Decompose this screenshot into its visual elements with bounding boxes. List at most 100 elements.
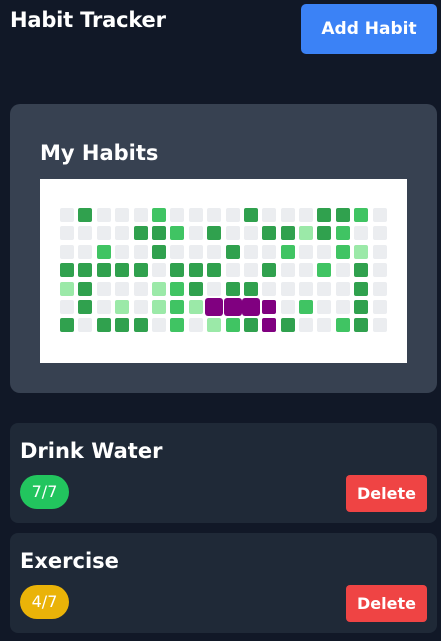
heatmap-cell[interactable] (115, 263, 130, 278)
heatmap-cell[interactable] (335, 244, 350, 259)
heatmap-cell[interactable] (243, 244, 258, 259)
heatmap-cell[interactable] (372, 281, 387, 296)
heatmap-cell[interactable] (354, 263, 369, 278)
heatmap-cell[interactable] (335, 208, 350, 222)
heatmap-cell[interactable] (188, 226, 203, 241)
heatmap-cell[interactable] (115, 299, 130, 314)
heatmap-cell[interactable] (335, 263, 350, 278)
heatmap-cell[interactable] (188, 263, 203, 278)
heatmap-cell[interactable] (372, 244, 387, 259)
heatmap-cell[interactable] (170, 263, 185, 278)
heatmap-cell[interactable] (225, 281, 240, 296)
heatmap-cell[interactable] (335, 226, 350, 241)
heatmap-cell[interactable] (133, 299, 148, 314)
heatmap-cell[interactable] (225, 208, 240, 222)
heatmap-cell[interactable] (133, 208, 148, 222)
heatmap-cell[interactable] (151, 226, 166, 241)
heatmap-cell[interactable] (299, 263, 314, 278)
heatmap-cell[interactable] (60, 281, 74, 296)
delete-button[interactable]: Delete (346, 585, 427, 622)
heatmap-cell[interactable] (133, 281, 148, 296)
heatmap-cell[interactable] (354, 281, 369, 296)
heatmap-cell[interactable] (280, 208, 295, 222)
heatmap-cell[interactable] (317, 226, 332, 241)
heatmap-cell[interactable] (115, 281, 130, 296)
heatmap-cell[interactable] (207, 244, 222, 259)
heatmap-cell[interactable] (60, 318, 74, 333)
heatmap-cell[interactable] (96, 208, 111, 222)
heatmap-cell[interactable] (317, 299, 332, 314)
heatmap-cell[interactable] (78, 208, 93, 222)
heatmap-cell[interactable] (243, 226, 258, 241)
heatmap-cell[interactable] (133, 226, 148, 241)
heatmap-cell[interactable] (262, 318, 277, 333)
heatmap-cell[interactable] (96, 299, 111, 314)
add-habit-button[interactable]: Add Habit (301, 4, 437, 54)
heatmap-cell[interactable] (60, 208, 74, 222)
heatmap-cell[interactable] (115, 244, 130, 259)
heatmap-cell[interactable] (280, 318, 295, 333)
heatmap-cell[interactable] (60, 244, 74, 259)
heatmap-cell[interactable] (133, 263, 148, 278)
heatmap-cell[interactable] (299, 318, 314, 333)
heatmap-cell[interactable] (60, 263, 74, 278)
heatmap-cell[interactable] (243, 281, 258, 296)
heatmap-cell[interactable] (60, 226, 74, 241)
heatmap-cell[interactable] (223, 297, 242, 316)
heatmap-cell[interactable] (205, 297, 224, 316)
heatmap-cell[interactable] (188, 318, 203, 333)
heatmap-cell[interactable] (280, 226, 295, 241)
heatmap-cell[interactable] (151, 263, 166, 278)
heatmap-cell[interactable] (241, 297, 260, 316)
heatmap-cell[interactable] (354, 299, 369, 314)
heatmap-cell[interactable] (96, 244, 111, 259)
heatmap-cell[interactable] (96, 281, 111, 296)
heatmap-cell[interactable] (188, 299, 203, 314)
heatmap-cell[interactable] (317, 318, 332, 333)
heatmap-cell[interactable] (170, 208, 185, 222)
heatmap-cell[interactable] (207, 281, 222, 296)
heatmap-cell[interactable] (299, 244, 314, 259)
heatmap-cell[interactable] (78, 318, 93, 333)
heatmap-cell[interactable] (188, 244, 203, 259)
heatmap-cell[interactable] (170, 318, 185, 333)
heatmap-cell[interactable] (78, 226, 93, 241)
heatmap-cell[interactable] (133, 318, 148, 333)
heatmap-cell[interactable] (225, 318, 240, 333)
heatmap-cell[interactable] (317, 281, 332, 296)
heatmap-cell[interactable] (280, 263, 295, 278)
heatmap-cell[interactable] (354, 318, 369, 333)
heatmap-cell[interactable] (262, 281, 277, 296)
heatmap-cell[interactable] (188, 208, 203, 222)
heatmap-cell[interactable] (354, 244, 369, 259)
heatmap-cell[interactable] (60, 299, 74, 314)
heatmap-cell[interactable] (225, 244, 240, 259)
heatmap-cell[interactable] (96, 263, 111, 278)
heatmap-cell[interactable] (151, 244, 166, 259)
heatmap-cell[interactable] (170, 299, 185, 314)
heatmap-cell[interactable] (115, 208, 130, 222)
heatmap-cell[interactable] (372, 226, 387, 241)
heatmap-cell[interactable] (299, 281, 314, 296)
heatmap-cell[interactable] (96, 226, 111, 241)
heatmap-cell[interactable] (243, 208, 258, 222)
heatmap-cell[interactable] (151, 299, 166, 314)
heatmap-cell[interactable] (225, 263, 240, 278)
heatmap-cell[interactable] (262, 263, 277, 278)
heatmap-cell[interactable] (207, 208, 222, 222)
heatmap-cell[interactable] (262, 226, 277, 241)
heatmap-cell[interactable] (354, 226, 369, 241)
heatmap-cell[interactable] (372, 263, 387, 278)
heatmap-cell[interactable] (78, 299, 93, 314)
heatmap-cell[interactable] (280, 281, 295, 296)
heatmap-cell[interactable] (335, 318, 350, 333)
heatmap-cell[interactable] (372, 318, 387, 333)
heatmap-cell[interactable] (115, 318, 130, 333)
heatmap-cell[interactable] (78, 281, 93, 296)
heatmap-cell[interactable] (335, 299, 350, 314)
heatmap-cell[interactable] (96, 318, 111, 333)
heatmap-cell[interactable] (317, 208, 332, 222)
heatmap-cell[interactable] (262, 244, 277, 259)
heatmap-cell[interactable] (280, 299, 295, 314)
heatmap-cell[interactable] (243, 263, 258, 278)
